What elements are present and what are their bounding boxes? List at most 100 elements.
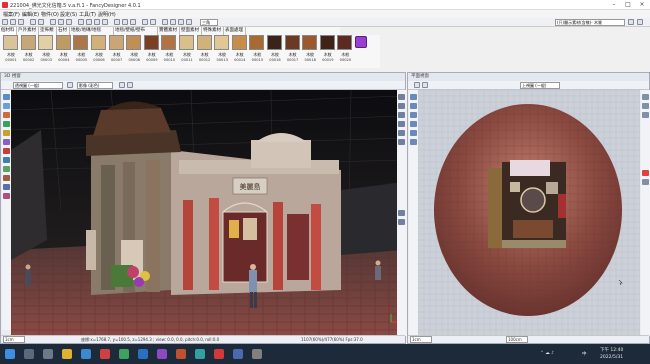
copy-icon[interactable] [398, 130, 405, 136]
stair-icon[interactable] [410, 130, 417, 136]
view-mode-select[interactable]: 三角 [200, 19, 218, 26]
material-swatch[interactable]: 木紋 00010 [160, 35, 177, 66]
window-icon[interactable] [410, 112, 417, 118]
cut-icon[interactable] [50, 19, 56, 25]
measure-icon[interactable] [3, 193, 10, 199]
material-swatch[interactable]: 木紋 00016 [266, 35, 282, 66]
snapshot-icon[interactable] [3, 166, 10, 172]
material-swatch[interactable]: 木紋 00015 [248, 35, 265, 66]
camera-icon[interactable] [150, 19, 156, 25]
pointer-icon[interactable] [398, 94, 405, 100]
app-blue-icon[interactable] [233, 349, 243, 359]
material-filter-select[interactable]: (只)顯示素材(含樣)- 木質 [555, 19, 625, 26]
room-icon[interactable] [410, 121, 417, 127]
select-icon[interactable] [78, 19, 84, 25]
pan-icon[interactable] [3, 103, 10, 109]
tab-solid[interactable]: 實體素材 [158, 27, 180, 35]
wall-draw-icon[interactable] [410, 94, 417, 100]
search-icon[interactable] [24, 349, 34, 359]
material-swatch[interactable]: 木紋 00011 [178, 35, 194, 66]
material-swatch[interactable]: 木紋 00006 [90, 35, 106, 66]
zoom-in-icon[interactable] [398, 210, 405, 216]
copy-icon[interactable] [58, 19, 64, 25]
scale-icon[interactable] [102, 19, 108, 25]
light-icon[interactable] [130, 19, 136, 25]
menu-settings[interactable]: 設定(S) [60, 11, 77, 18]
open-file-icon[interactable] [10, 19, 16, 25]
zoom-out-icon[interactable] [170, 19, 176, 25]
scale-icon[interactable] [398, 121, 405, 127]
orbit-icon[interactable] [3, 94, 10, 100]
plan-layer-icon[interactable] [642, 179, 649, 185]
tab-materials[interactable]: 個材料 [0, 27, 17, 35]
material-swatch[interactable]: 木紋 00009 [143, 35, 159, 66]
new-file-icon[interactable] [2, 19, 8, 25]
tab-wallpaper[interactable]: 地毯/壁紙/壁布 [114, 27, 158, 35]
fit-view-icon[interactable] [186, 19, 192, 25]
material-swatch[interactable]: 木紋 00012 [196, 35, 212, 66]
tab-stone[interactable]: 石材 [57, 27, 70, 35]
tab-outdoor[interactable]: 戶外素材 [17, 27, 39, 35]
rotate-icon[interactable] [398, 112, 405, 118]
viewport-plan[interactable]: 平面視窗 上視圖 (一般) 1cm 100cm [407, 72, 650, 344]
word-icon[interactable] [138, 349, 148, 359]
app-purple-icon[interactable] [157, 349, 167, 359]
shadow-toggle-icon[interactable] [127, 82, 133, 88]
plan-pan-icon[interactable] [422, 82, 428, 88]
rotate-icon[interactable] [94, 19, 100, 25]
filter-settings-icon[interactable] [628, 19, 634, 25]
material-swatch[interactable]: 木紋 00013 [213, 35, 230, 66]
floor-icon[interactable] [122, 19, 128, 25]
tab-special[interactable]: 特殊素材 [202, 27, 224, 35]
look-icon[interactable] [3, 130, 10, 136]
close-button[interactable]: × [636, 1, 648, 9]
material-swatch[interactable]: 木紋 00017 [284, 35, 300, 66]
zoom-out-icon[interactable] [398, 219, 405, 225]
powerpoint-icon[interactable] [176, 349, 186, 359]
plan-fit-icon[interactable] [642, 112, 649, 118]
app-teal-icon[interactable] [195, 349, 205, 359]
move-icon[interactable] [86, 19, 92, 25]
material-swatch[interactable]: 木紋 00003 [37, 35, 54, 66]
door-icon[interactable] [410, 103, 417, 109]
menu-help[interactable]: 說明(H) [98, 11, 116, 18]
grid-icon[interactable] [3, 184, 10, 190]
paste-icon[interactable] [66, 19, 72, 25]
walk-icon[interactable] [3, 121, 10, 127]
material-swatch[interactable]: 木紋 00018 [301, 35, 318, 66]
maximize-button[interactable]: □ [622, 1, 634, 9]
redo-icon[interactable] [38, 19, 44, 25]
edge-icon[interactable] [81, 349, 91, 359]
app-grey-icon[interactable] [252, 349, 262, 359]
viewport-3d[interactable]: 3D 視窗 透視圖 (一般) 影像 (彩色) 美麗島 1cm 座標:x=1768… [0, 72, 406, 344]
target-icon[interactable] [3, 148, 10, 154]
menu-tools[interactable]: 工具(T) [79, 11, 96, 18]
plan-zoom-out-icon[interactable] [642, 103, 649, 109]
fit-icon[interactable] [3, 157, 10, 163]
material-swatch[interactable]: 木紋 00008 [125, 35, 142, 66]
clock-time[interactable]: 下午 12:40 [600, 347, 623, 353]
material-swatch[interactable]: 木紋 00020 [336, 35, 353, 66]
tab-wall[interactable]: 壁面素材 [180, 27, 202, 35]
menu-file[interactable]: 檔案(F) [3, 11, 20, 18]
material-swatch[interactable]: 木紋 00019 [319, 35, 335, 66]
fancydesigner-icon[interactable] [214, 349, 224, 359]
material-swatch[interactable]: 木紋 00007 [108, 35, 124, 66]
light-icon[interactable] [3, 175, 10, 181]
light-toggle-icon[interactable] [119, 82, 125, 88]
delete-icon[interactable] [398, 139, 405, 145]
building-plan[interactable] [488, 160, 566, 248]
zoom-in-icon[interactable] [162, 19, 168, 25]
tab-surface[interactable]: 表面處理 [224, 27, 246, 35]
file-explorer-icon[interactable] [62, 349, 72, 359]
menu-object[interactable]: 物件(O) [41, 11, 59, 18]
undo-icon[interactable] [30, 19, 36, 25]
material-library-button[interactable] [355, 36, 367, 48]
render-icon[interactable] [142, 19, 148, 25]
clock-date[interactable]: 2022/5/31 [600, 355, 623, 360]
fly-icon[interactable] [3, 139, 10, 145]
material-swatch[interactable]: 木紋 00001 [2, 35, 18, 66]
plan-scale-select[interactable]: 100cm [506, 336, 528, 343]
dimension-icon[interactable] [410, 139, 417, 145]
material-swatch[interactable]: 木紋 00002 [20, 35, 36, 66]
